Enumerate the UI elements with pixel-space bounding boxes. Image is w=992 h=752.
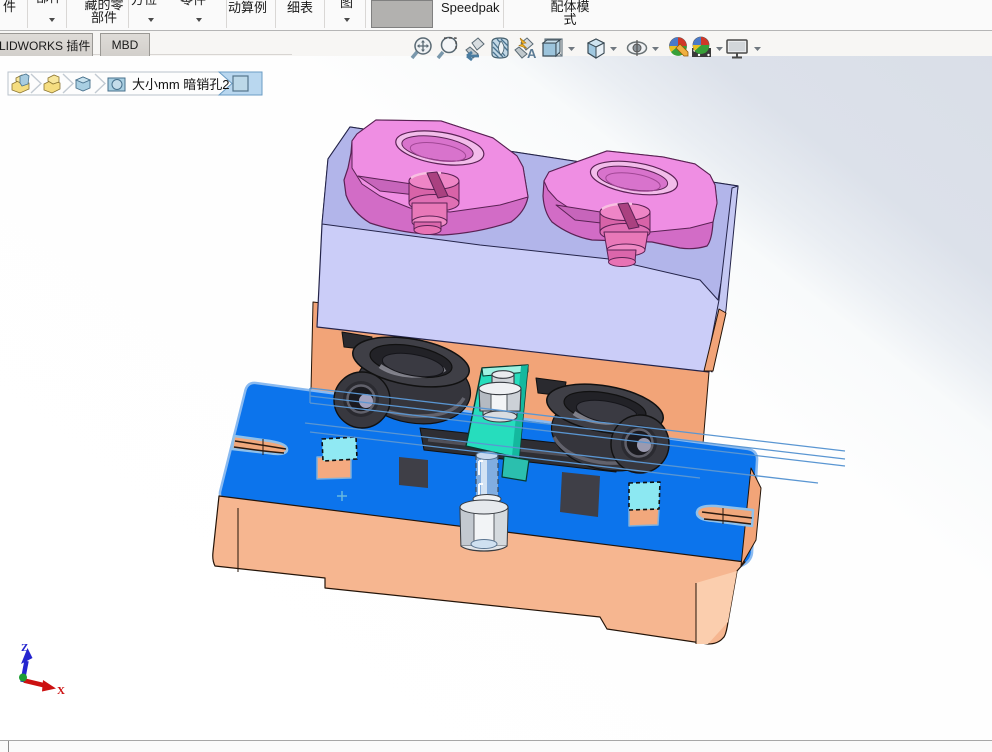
svg-text:Z: Z	[21, 642, 28, 654]
svg-text:X: X	[57, 685, 65, 697]
svg-text:A: A	[527, 46, 537, 61]
svg-text:大小mm 暗销孔2: 大小mm 暗销孔2	[132, 77, 230, 92]
